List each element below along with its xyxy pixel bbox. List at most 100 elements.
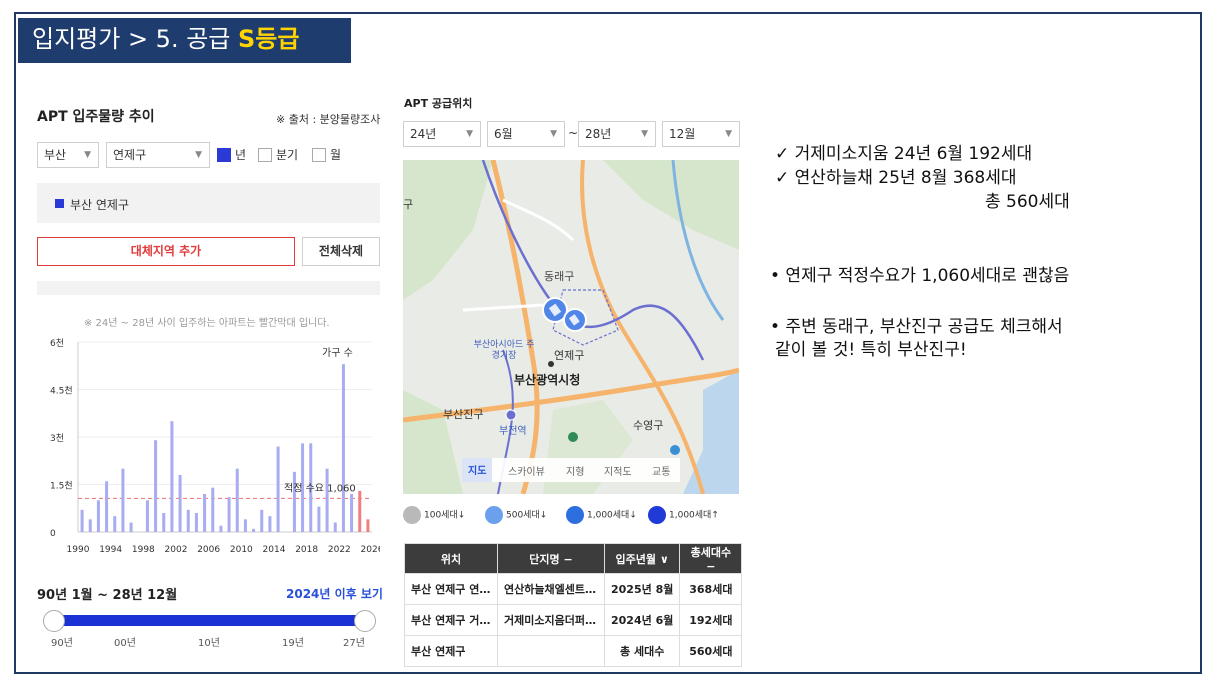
to-year-select[interactable]: 28년 ▼ xyxy=(578,121,656,147)
checkbox-quarter[interactable]: 분기 xyxy=(258,147,298,163)
cell-households: 192세대 xyxy=(679,604,743,636)
legend-label: 100세대↓ xyxy=(424,510,466,521)
region-select-value: 부산 xyxy=(44,148,67,162)
checkbox-month-label: 월 xyxy=(330,148,342,162)
to-year-value: 28년 xyxy=(585,127,612,141)
checkbox-month[interactable]: 월 xyxy=(312,147,341,163)
column-header-location[interactable]: 위치 xyxy=(404,543,498,574)
cell-move-in: 2025년 8월 xyxy=(603,573,681,605)
to-month-value: 12월 xyxy=(669,127,696,141)
chart-bar xyxy=(194,513,198,532)
chart-bar xyxy=(186,509,190,532)
legend-label: 500세대↓ xyxy=(506,510,548,521)
y-tick-label: 4.5천 xyxy=(50,386,73,397)
chart-bar xyxy=(88,519,92,532)
cell-move-in: 2024년 6월 xyxy=(603,604,681,636)
supply-table: 위치 단지명 − 입주년월 ∨ 총세대수 − 부산 연제구 연… 연산하늘채엘센… xyxy=(404,543,743,667)
selected-region-label: 부산 연제구 xyxy=(70,198,130,212)
add-region-button[interactable]: 대체지역 추가 xyxy=(37,237,295,266)
cell-total-location: 부산 연제구 xyxy=(404,635,498,667)
to-month-select[interactable]: 12월 ▼ xyxy=(662,121,740,147)
x-tick-label: 2006 xyxy=(197,545,220,555)
chart-bar xyxy=(292,471,296,532)
x-tick-label: 1990 xyxy=(67,545,90,555)
delete-all-button[interactable]: 전체삭제 xyxy=(302,237,380,266)
chart-bar xyxy=(317,506,321,532)
chart-bar xyxy=(121,468,125,532)
cell-households: 368세대 xyxy=(679,573,743,605)
source-note: ※ 출처 : 분양물량조사 xyxy=(276,113,381,126)
district-select[interactable]: 연제구 ▼ xyxy=(106,142,210,168)
view-after-2024-link[interactable]: 2024년 이후 보기 xyxy=(286,585,383,602)
chart-bar xyxy=(366,519,370,532)
from-month-select[interactable]: 6월 ▼ xyxy=(487,121,565,147)
x-tick-label: 2026 xyxy=(361,545,380,555)
chart-bar xyxy=(219,525,223,532)
slider-tick: 00년 xyxy=(114,638,136,649)
column-header-move-in[interactable]: 입주년월 ∨ xyxy=(603,543,681,574)
chevron-down-icon: ▼ xyxy=(84,150,91,160)
column-header-complex[interactable]: 단지명 − xyxy=(497,543,605,574)
slider-tick: 27년 xyxy=(343,638,365,649)
table-total-row: 부산 연제구 총 세대수 560세대 xyxy=(404,635,743,667)
map-label-dongnae: 동래구 xyxy=(544,270,575,283)
x-tick-label: 2014 xyxy=(263,545,286,555)
slide-title: 입지평가 > 5. 공급 S등급 xyxy=(18,18,351,60)
slider-tick: 19년 xyxy=(282,638,304,649)
note-bullet-2b: 같이 볼 것! 특히 부산진구! xyxy=(775,340,967,360)
table-row[interactable]: 부산 연제구 거… 거제미소지음더퍼… 2024년 6월 192세대 xyxy=(404,604,743,636)
x-tick-label: 1994 xyxy=(99,545,122,555)
range-slider-start-handle[interactable] xyxy=(43,610,65,632)
cell-complex: 거제미소지음더퍼… xyxy=(497,604,605,636)
chart-bar xyxy=(203,494,207,532)
pin-lightblue-icon xyxy=(485,506,503,524)
chevron-down-icon: ▼ xyxy=(195,150,202,160)
y-tick-label: 6천 xyxy=(50,338,64,349)
pin-darkblue-icon xyxy=(648,506,666,524)
map-tab-map[interactable]: 지도 xyxy=(462,458,493,482)
supply-map[interactable]: 동래구 부산아시아드 주경기장 연제구 부산광역시청 부산진구 부전역 수영구 … xyxy=(403,160,739,494)
chart-bar xyxy=(358,490,362,532)
map-label-cityhall: 부산광역시청 xyxy=(514,373,581,387)
chart-bar xyxy=(243,519,247,532)
range-slider-track[interactable] xyxy=(54,615,366,626)
x-tick-label: 2018 xyxy=(295,545,318,555)
chart-bar xyxy=(325,468,329,532)
chart-bar xyxy=(252,528,256,532)
title-text: 입지평가 > 5. 공급 xyxy=(32,25,239,53)
map-tab-cadastral[interactable]: 지적도 xyxy=(604,463,632,478)
title-underline xyxy=(18,60,351,63)
range-label: 90년 1월 ~ 28년 12월 xyxy=(37,588,178,603)
x-tick-label: 2022 xyxy=(328,545,351,555)
series-label: 가구 수 xyxy=(322,347,353,359)
map-tab-skyview[interactable]: 스카이뷰 xyxy=(508,463,545,478)
checkbox-quarter-label: 분기 xyxy=(276,148,299,162)
range-slider-end-handle[interactable] xyxy=(354,610,376,632)
chart-bar xyxy=(129,522,133,532)
note-bullet-2a: • 주변 동래구, 부산진구 공급도 체크해서 xyxy=(770,317,1063,337)
chevron-down-icon: ▼ xyxy=(641,129,648,139)
chevron-down-icon: ▼ xyxy=(466,129,473,139)
column-header-households[interactable]: 총세대수 − xyxy=(679,543,743,574)
chart-bar xyxy=(113,516,117,532)
map-tab-traffic[interactable]: 교통 xyxy=(652,463,670,478)
chart-bar xyxy=(235,468,239,532)
cell-location: 부산 연제구 연… xyxy=(404,573,498,605)
checkbox-icon xyxy=(258,148,272,162)
table-row[interactable]: 부산 연제구 연… 연산하늘채엘센트… 2025년 8월 368세대 xyxy=(404,573,743,605)
series-color-icon xyxy=(55,199,64,208)
chart-bar xyxy=(260,509,264,532)
note-bullet-1: • 연제구 적정수요가 1,060세대로 괜찮음 xyxy=(770,266,1070,286)
chart-bar xyxy=(178,475,182,532)
region-select[interactable]: 부산 ▼ xyxy=(37,142,99,168)
pin-blue-icon xyxy=(566,506,584,524)
checkbox-year[interactable]: 년 xyxy=(217,147,246,163)
chart-bar xyxy=(96,500,100,532)
map-label-bujeon: 부전역 xyxy=(499,426,527,437)
from-year-select[interactable]: 24년 ▼ xyxy=(403,121,481,147)
map-label-asiad: 부산아시아드 주경기장 xyxy=(473,340,535,361)
from-month-value: 6월 xyxy=(494,127,513,141)
map-tab-terrain[interactable]: 지형 xyxy=(566,463,584,478)
cell-empty xyxy=(497,635,605,667)
checkbox-year-label: 년 xyxy=(235,148,247,162)
